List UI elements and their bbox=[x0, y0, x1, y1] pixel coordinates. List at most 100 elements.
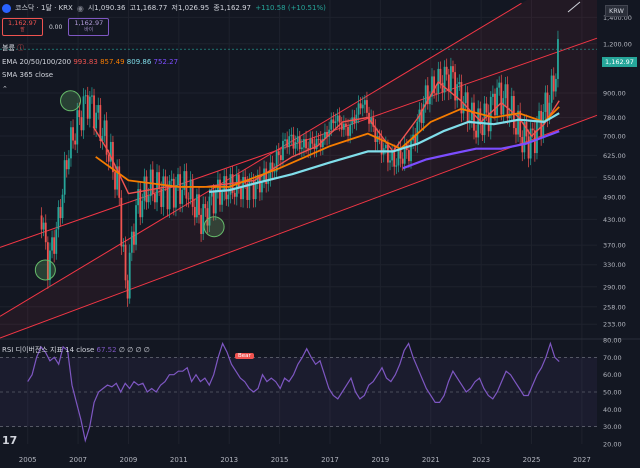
candle-body bbox=[181, 189, 184, 204]
price-tick-label: 550.00 bbox=[603, 174, 626, 182]
candle-body bbox=[248, 180, 251, 200]
rsi-tick-label: 50.00 bbox=[603, 389, 622, 397]
candle-body bbox=[424, 85, 427, 105]
candle-body bbox=[196, 194, 198, 218]
candle-body bbox=[286, 139, 289, 148]
symbol-title[interactable]: 코스닥 · 1달 · KRX bbox=[15, 3, 73, 13]
candle-body bbox=[55, 229, 58, 254]
price-tick-label: 780.00 bbox=[603, 114, 626, 122]
candle-body bbox=[154, 193, 156, 203]
candle-body bbox=[74, 140, 77, 145]
open-value: 시1,090.36 bbox=[87, 4, 126, 12]
low-value: 저1,026.95 bbox=[171, 4, 210, 12]
candle-body bbox=[338, 115, 341, 123]
candle-body bbox=[355, 114, 358, 123]
sell-label: 팔 bbox=[20, 27, 25, 33]
candle-body bbox=[481, 124, 484, 136]
rsi-label: RSI 디이버전스 지표 14 close bbox=[2, 346, 95, 354]
candle-body bbox=[494, 93, 496, 116]
candle-body bbox=[185, 171, 188, 199]
candle-body bbox=[198, 194, 200, 215]
candle-body bbox=[114, 172, 116, 190]
chart-canvas[interactable]: 233.00 258.00 290.00 330.00 370.00 430.00 490.… bbox=[0, 0, 640, 468]
ema-indicator-label[interactable]: EMA 20/50/100/200 993.83 857.49 809.86 7… bbox=[2, 58, 178, 66]
candle-body bbox=[389, 160, 391, 163]
candle-body bbox=[164, 176, 167, 185]
price-tick-label: 233.00 bbox=[603, 321, 626, 329]
x-tick-label: 2021 bbox=[422, 456, 440, 464]
candle-body bbox=[317, 138, 320, 140]
candle-body bbox=[273, 171, 276, 173]
candle-body bbox=[67, 158, 70, 170]
candle-body bbox=[303, 139, 305, 148]
currency-badge[interactable]: KRW bbox=[605, 5, 628, 17]
price-tick-label: 290.00 bbox=[603, 283, 626, 291]
x-tick-label: 2017 bbox=[321, 456, 339, 464]
rsi-band bbox=[0, 357, 597, 427]
buy-button[interactable]: 1,162.97 바이 bbox=[68, 18, 110, 36]
candle-body bbox=[475, 130, 477, 138]
candle-body bbox=[496, 87, 498, 116]
candle-body bbox=[91, 95, 93, 97]
collapse-chevron-icon[interactable]: ⌃ bbox=[2, 85, 8, 93]
rsi-indicator-label[interactable]: RSI 디이버전스 지표 14 close 67.52 ∅ ∅ ∅ ∅ bbox=[2, 345, 150, 355]
candle-body bbox=[93, 95, 95, 129]
sma-indicator-label[interactable]: SMA 365 close bbox=[2, 71, 53, 79]
candle-body bbox=[544, 92, 547, 113]
last-price-badge: 1,162.97 bbox=[602, 57, 637, 67]
candle-body bbox=[305, 139, 307, 149]
candle-body bbox=[175, 185, 177, 208]
candle-body bbox=[80, 117, 83, 131]
sell-button[interactable]: 1,162.97 팔 bbox=[2, 18, 43, 36]
candle-body bbox=[135, 205, 137, 245]
candle-body bbox=[82, 96, 85, 131]
candle-body bbox=[61, 194, 64, 219]
candle-body bbox=[179, 174, 182, 204]
candle-body bbox=[359, 103, 362, 109]
candle-body bbox=[540, 110, 543, 138]
candle-body bbox=[40, 215, 43, 230]
candle-body bbox=[351, 117, 354, 125]
price-tick-label: 625.00 bbox=[603, 152, 626, 160]
candle-body bbox=[233, 192, 236, 197]
candle-body bbox=[177, 174, 179, 186]
candle-body bbox=[219, 179, 221, 205]
candle-body bbox=[97, 105, 100, 113]
price-tick-label: 490.00 bbox=[603, 194, 626, 202]
rsi-tick-label: 60.00 bbox=[603, 371, 622, 379]
x-tick-label: 2007 bbox=[69, 456, 87, 464]
candle-body bbox=[141, 200, 144, 218]
candle-body bbox=[261, 182, 263, 193]
candle-body bbox=[445, 66, 448, 75]
candle-body bbox=[557, 39, 559, 79]
symbol-logo-icon bbox=[2, 3, 11, 13]
x-tick-label: 2027 bbox=[573, 456, 591, 464]
candle-body bbox=[517, 110, 519, 135]
header-row: 코스닥 · 1달 · KRX ◉ 시1,090.36 고1,168.77 저1,… bbox=[2, 3, 328, 13]
candle-body bbox=[63, 160, 66, 195]
candle-body bbox=[88, 96, 91, 119]
eye-icon[interactable]: ◉ bbox=[77, 4, 84, 13]
candle-body bbox=[290, 134, 293, 137]
rsi-tick-label: 30.00 bbox=[603, 423, 622, 431]
candle-body bbox=[237, 174, 240, 188]
x-tick-label: 2011 bbox=[170, 456, 188, 464]
volume-indicator-label[interactable]: 볼륨 ⓘ bbox=[2, 43, 24, 53]
candle-body bbox=[78, 110, 81, 118]
candle-body bbox=[397, 148, 400, 166]
candle-body bbox=[330, 119, 333, 130]
rsi-value: 67.52 bbox=[96, 346, 117, 354]
candle-body bbox=[193, 206, 196, 218]
candle-body bbox=[139, 189, 142, 218]
candle-body bbox=[334, 121, 337, 124]
candle-body bbox=[133, 231, 135, 245]
tradingview-logo[interactable]: 17 bbox=[2, 434, 17, 447]
x-tick-label: 2019 bbox=[371, 456, 389, 464]
candle-body bbox=[546, 92, 549, 119]
trade-buttons: 1,162.97 팔 0.00 1,162.97 바이 bbox=[2, 18, 110, 36]
bear-label: Bear bbox=[235, 353, 254, 359]
candle-body bbox=[254, 183, 257, 200]
candle-body bbox=[357, 103, 360, 115]
candle-body bbox=[439, 68, 442, 83]
candle-body bbox=[103, 120, 106, 136]
